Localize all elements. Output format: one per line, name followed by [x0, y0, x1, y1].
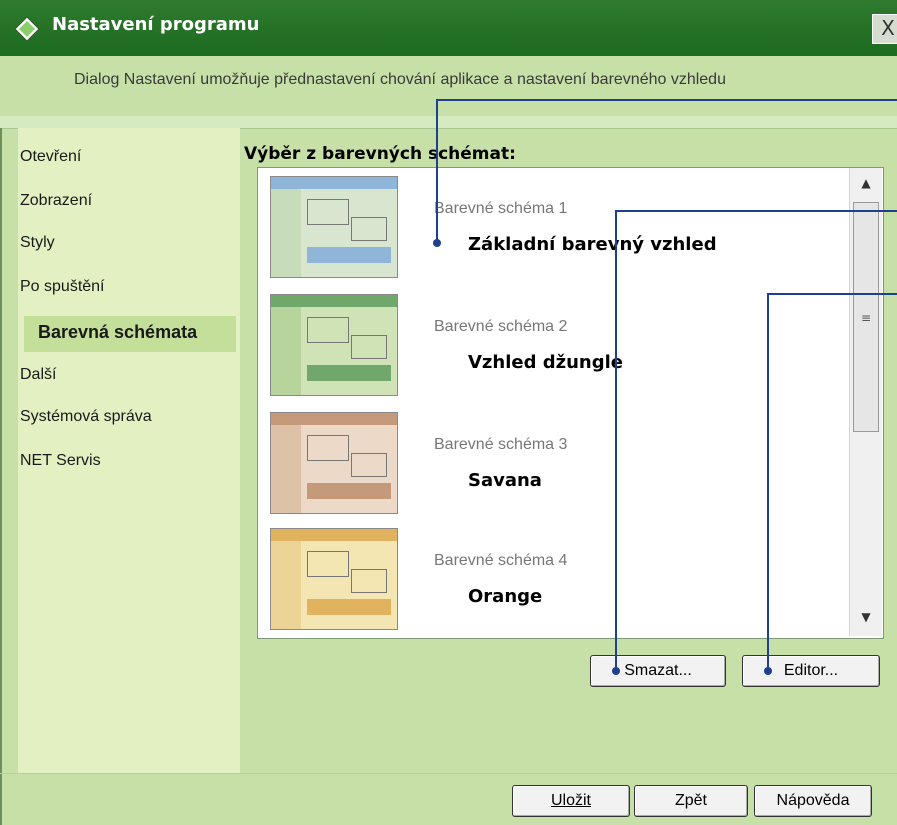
thumb-side — [271, 189, 301, 277]
scheme-title: Vzhled džungle — [468, 352, 624, 373]
thumb-pane — [351, 335, 387, 359]
description-band: Dialog Nastavení umožňuje přednastavení … — [0, 56, 897, 117]
thumb-side — [271, 425, 301, 513]
title-bar: Nastavení programu X — [0, 0, 897, 56]
window-left-border — [0, 128, 2, 825]
help-button[interactable]: Nápověda — [754, 785, 872, 817]
thumb-bar — [271, 413, 397, 425]
thumb-bar — [271, 529, 397, 541]
scheme-item[interactable]: Barevné schéma 3 Savana — [258, 404, 848, 520]
thumb-pane — [307, 199, 349, 225]
scheme-item[interactable]: Barevné schéma 4 Orange — [258, 520, 848, 636]
thumb-bar — [271, 295, 397, 307]
sidebar-item-po-spusteni[interactable]: Po spuštění — [20, 278, 105, 296]
thumb-strip — [307, 247, 391, 263]
sidebar-item-barevna-schemata[interactable]: Barevná schémata — [24, 316, 236, 352]
grip-icon: ≡ — [860, 311, 872, 325]
save-button[interactable]: Uložit — [512, 785, 630, 817]
thumb-strip — [307, 599, 391, 615]
thumb-pane — [351, 569, 387, 593]
footer-divider — [0, 773, 897, 774]
scheme-title: Orange — [468, 586, 543, 607]
sidebar-item-label: Barevná schémata — [38, 322, 198, 342]
scheme-title: Savana — [468, 470, 542, 491]
settings-diamond-icon — [14, 16, 40, 42]
thumb-strip — [307, 365, 391, 381]
section-label: Výběr z barevných schémat: — [244, 144, 516, 164]
close-button[interactable]: X — [872, 14, 897, 44]
scroll-up-arrow-icon[interactable]: ▲ — [850, 176, 882, 196]
scheme-name: Barevné schéma 1 — [434, 200, 568, 217]
scheme-title: Základní barevný vzhled — [468, 234, 717, 255]
thumb-pane — [351, 217, 387, 241]
scheme-thumbnail — [270, 412, 398, 514]
thumb-side — [271, 541, 301, 629]
dialog-description: Dialog Nastavení umožňuje přednastavení … — [74, 71, 726, 88]
settings-window: Nastavení programu X Dialog Nastavení um… — [0, 0, 897, 825]
scheme-thumbnail — [270, 528, 398, 630]
scheme-thumbnail — [270, 176, 398, 278]
thumb-bar — [271, 177, 397, 189]
settings-sidebar: Otevření Zobrazení Styly Po spuštění Bar… — [18, 128, 240, 773]
thumb-pane — [307, 435, 349, 461]
thumb-side — [271, 307, 301, 395]
thumb-strip — [307, 483, 391, 499]
window-title: Nastavení programu — [52, 14, 260, 35]
sidebar-item-dalsi[interactable]: Další — [20, 366, 56, 384]
scroll-thumb[interactable]: ≡ — [853, 202, 879, 432]
scheme-name: Barevné schéma 3 — [434, 436, 568, 453]
scheme-name: Barevné schéma 4 — [434, 552, 568, 569]
delete-button[interactable]: Smazat... — [590, 655, 726, 687]
list-scrollbar[interactable]: ▲ ≡ ▼ — [849, 168, 882, 636]
sidebar-item-zobrazeni[interactable]: Zobrazení — [20, 192, 92, 210]
thumb-pane — [307, 317, 349, 343]
scroll-down-arrow-icon[interactable]: ▼ — [850, 610, 882, 630]
scheme-name: Barevné schéma 2 — [434, 318, 568, 335]
color-scheme-list: Barevné schéma 1 Základní barevný vzhled… — [257, 167, 884, 639]
scheme-item[interactable]: Barevné schéma 1 Základní barevný vzhled — [258, 168, 848, 284]
scheme-thumbnail — [270, 294, 398, 396]
sidebar-item-otevreni[interactable]: Otevření — [20, 148, 81, 166]
editor-button[interactable]: Editor... — [742, 655, 880, 687]
sidebar-item-net-servis[interactable]: NET Servis — [20, 452, 101, 470]
thumb-pane — [351, 453, 387, 477]
sidebar-item-systemova-sprava[interactable]: Systémová správa — [20, 408, 152, 426]
sidebar-item-styly[interactable]: Styly — [20, 234, 55, 252]
thumb-pane — [307, 551, 349, 577]
back-button[interactable]: Zpět — [634, 785, 748, 817]
scheme-item[interactable]: Barevné schéma 2 Vzhled džungle — [258, 286, 848, 402]
